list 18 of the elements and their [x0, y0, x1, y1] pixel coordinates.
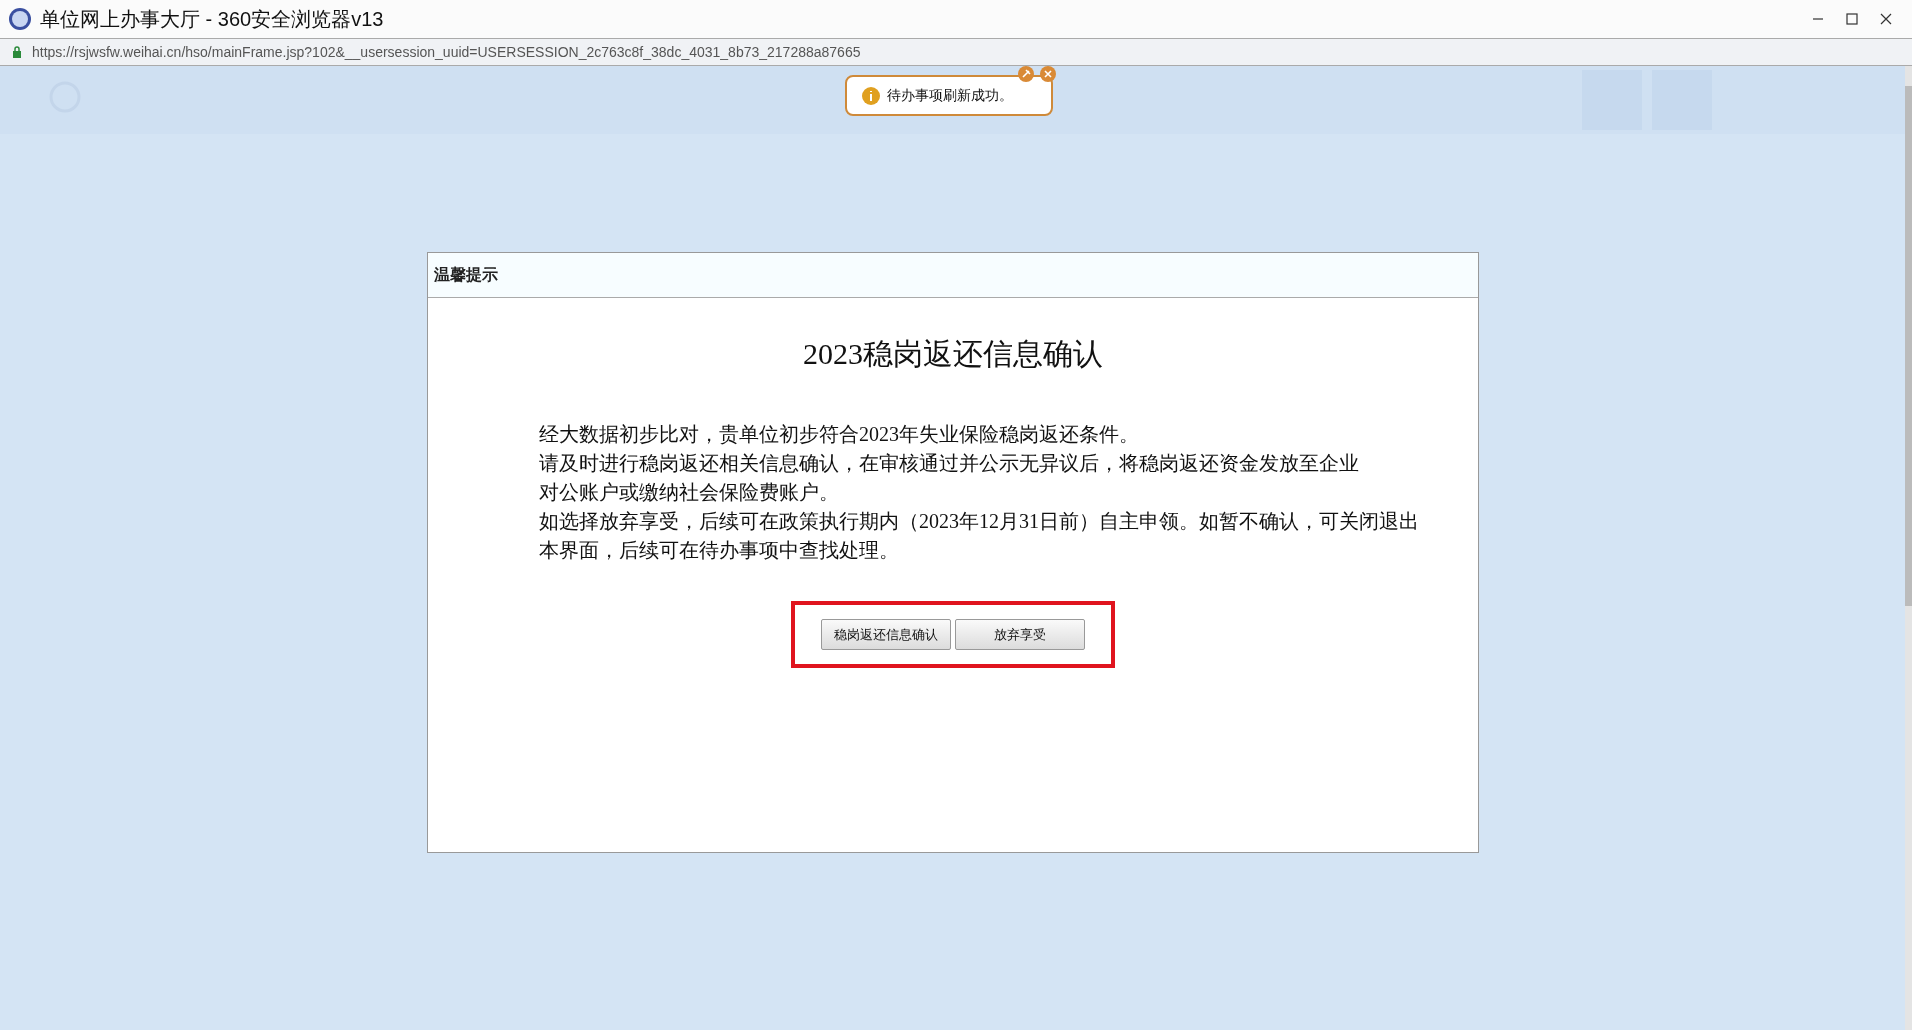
- dialog-button[interactable]: 放弃享受: [955, 619, 1085, 650]
- dialog-text-line: 经大数据初步比对，贵单位初步符合2023年失业保险稳岗返还条件。: [539, 422, 1140, 447]
- dialog-header: 温馨提示: [434, 265, 498, 285]
- dialog-text-line: 本界面，后续可在待办事项中查找处理。: [539, 538, 900, 563]
- window-title: 单位网上办事大厅 - 360安全浏览器v13: [40, 7, 384, 32]
- info-icon: [861, 85, 881, 106]
- scrollbar-thumb[interactable]: [1905, 86, 1912, 606]
- dialog-text-line: 如选择放弃享受，后续可在政策执行期内（2023年12月31日前）自主申领。如暂不确认，可关闭退出: [539, 509, 1420, 534]
- pin-icon[interactable]: [1017, 65, 1035, 83]
- dialog-text-line: 请及时进行稳岗返还相关信息确认，在审核通过并公示无异议后，将稳岗返还资金发放至企业: [539, 451, 1360, 476]
- browser-logo-icon: [8, 7, 32, 31]
- lock-icon: [12, 46, 22, 58]
- maximize-icon[interactable]: [1846, 13, 1858, 25]
- dialog-title: 2023稳岗返还信息确认: [803, 336, 1103, 372]
- close-icon[interactable]: [1880, 13, 1892, 25]
- dialog-text-line: 对公账户或缴纳社会保险费账户。: [539, 480, 840, 505]
- toast-message: 待办事项刷新成功。: [887, 86, 1013, 105]
- dialog-button[interactable]: 稳岗返还信息确认: [821, 619, 951, 650]
